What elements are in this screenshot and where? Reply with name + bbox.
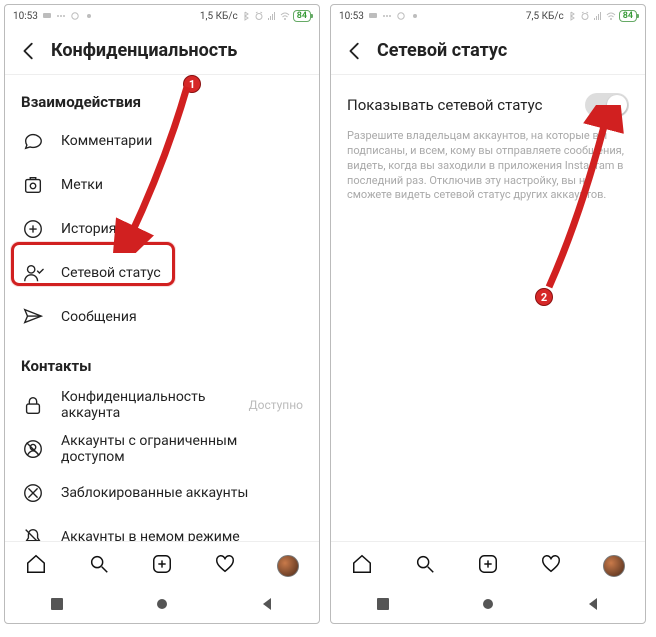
status-time: 10:53 <box>13 11 38 22</box>
back-sys-button[interactable] <box>585 596 601 616</box>
dots-icon <box>56 11 66 21</box>
row-label: Аккаунты в немом режиме <box>61 529 303 541</box>
page-title: Конфиденциальность <box>51 40 237 61</box>
signal-icon <box>593 11 603 21</box>
annotation-badge-2: 2 <box>535 288 553 306</box>
annotation-badge-1: 1 <box>183 75 201 93</box>
activity-icon <box>21 261 45 285</box>
row-label: Заблокированные аккаунты <box>61 485 303 501</box>
row-blocked[interactable]: Заблокированные аккаунты <box>5 471 319 515</box>
status-time: 10:53 <box>339 11 364 22</box>
dot-icon <box>84 11 94 21</box>
profile-avatar[interactable] <box>277 555 299 577</box>
alarm-icon <box>254 11 264 21</box>
search-icon[interactable] <box>88 553 110 579</box>
msg-icon <box>42 11 52 21</box>
status-net: 7,5 КБ/с <box>526 11 564 22</box>
heart-icon[interactable] <box>540 553 562 579</box>
bluetooth-icon <box>241 11 251 21</box>
toggle-label: Показывать сетевой статус <box>347 96 542 114</box>
bottom-nav <box>331 541 645 589</box>
tag-icon <box>21 173 45 197</box>
search-icon[interactable] <box>414 553 436 579</box>
row-label: Комментарии <box>61 133 303 149</box>
system-nav <box>331 589 645 623</box>
row-label: История <box>61 221 303 237</box>
content-area: Взаимодействия Комментарии Метки История… <box>5 75 319 541</box>
bluetooth-icon <box>567 11 577 21</box>
app-header: Сетевой статус <box>331 27 645 75</box>
row-label: Аккаунты с ограниченным доступом <box>61 433 303 465</box>
wifi-icon <box>280 11 290 21</box>
comment-icon <box>21 129 45 153</box>
app-header: Конфиденциальность <box>5 27 319 75</box>
section-contacts: Контакты <box>5 339 319 383</box>
msg-icon <box>368 11 378 21</box>
row-aux: Доступно <box>249 398 303 412</box>
row-account-privacy[interactable]: Конфиденциальность аккаунта Доступно <box>5 383 319 427</box>
row-label: Конфиденциальность аккаунта <box>61 389 249 421</box>
toggle-switch[interactable] <box>585 93 629 117</box>
row-restricted[interactable]: Аккаунты с ограниченным доступом <box>5 427 319 471</box>
row-tags[interactable]: Метки <box>5 163 319 207</box>
wifi-icon <box>606 11 616 21</box>
back-button[interactable] <box>341 40 369 62</box>
dot-icon <box>410 11 420 21</box>
home-button[interactable] <box>154 596 170 616</box>
sync-icon <box>70 11 80 21</box>
back-sys-button[interactable] <box>259 596 275 616</box>
home-icon[interactable] <box>25 553 47 579</box>
restricted-icon <box>21 437 45 461</box>
story-icon <box>21 217 45 241</box>
add-post-icon[interactable] <box>477 553 499 579</box>
muted-icon <box>21 525 45 541</box>
row-label: Метки <box>61 177 303 193</box>
back-button[interactable] <box>15 40 43 62</box>
blocked-icon <box>21 481 45 505</box>
home-button[interactable] <box>480 596 496 616</box>
profile-avatar[interactable] <box>603 555 625 577</box>
battery-icon: 84 <box>293 10 311 22</box>
recents-button[interactable] <box>375 596 391 616</box>
toggle-row-activity-status: Показывать сетевой статус <box>331 75 645 125</box>
status-bar: 10:53 7,5 КБ/с 84 <box>331 5 645 27</box>
row-activity-status[interactable]: Сетевой статус <box>5 251 319 295</box>
row-muted[interactable]: Аккаунты в немом режиме <box>5 515 319 541</box>
system-nav <box>5 589 319 623</box>
sync-icon <box>396 11 406 21</box>
heart-icon[interactable] <box>214 553 236 579</box>
row-comments[interactable]: Комментарии <box>5 119 319 163</box>
bottom-nav <box>5 541 319 589</box>
status-bar: 10:53 1,5 КБ/с 84 <box>5 5 319 27</box>
signal-icon <box>267 11 277 21</box>
row-story[interactable]: История <box>5 207 319 251</box>
recents-button[interactable] <box>49 596 65 616</box>
battery-icon: 84 <box>619 10 637 22</box>
section-interactions: Взаимодействия <box>5 75 319 119</box>
row-label: Сообщения <box>61 309 303 325</box>
toggle-description: Разрешите владельцам аккаунтов, на котор… <box>331 125 645 207</box>
lock-icon <box>21 393 45 417</box>
add-post-icon[interactable] <box>151 553 173 579</box>
alarm-icon <box>580 11 590 21</box>
status-net: 1,5 КБ/с <box>200 11 238 22</box>
dots-icon <box>382 11 392 21</box>
phone-left: 10:53 1,5 КБ/с 84 Конфиденциальность Вза… <box>4 4 320 624</box>
home-icon[interactable] <box>351 553 373 579</box>
messages-icon <box>21 305 45 329</box>
phone-right: 10:53 7,5 КБ/с 84 Сетевой статус Показыв… <box>330 4 646 624</box>
page-title: Сетевой статус <box>377 40 507 61</box>
row-label: Сетевой статус <box>61 265 303 281</box>
row-messages[interactable]: Сообщения <box>5 295 319 339</box>
content-area: Показывать сетевой статус Разрешите влад… <box>331 75 645 541</box>
